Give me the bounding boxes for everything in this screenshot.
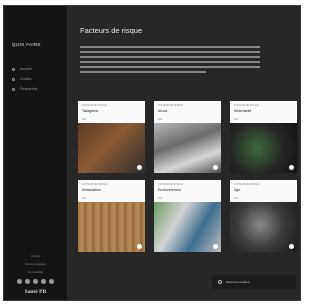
instagram-icon[interactable] [33, 279, 38, 284]
footer-logo[interactable]: Santé PR [4, 289, 67, 295]
footer-link[interactable]: Accessibilité [4, 268, 67, 276]
card-image [154, 202, 221, 252]
home-icon [12, 67, 15, 71]
sidebar-item-home[interactable]: Accueil [12, 64, 37, 74]
sidebar: QUOI FAIRE Accueil Guides Recherche Cont… [4, 6, 67, 300]
card-image [154, 123, 221, 173]
cookie-icon [218, 280, 222, 284]
text-line [80, 51, 260, 53]
plus-icon[interactable] [213, 244, 218, 249]
card-title: Alimentation [82, 188, 101, 192]
search-icon [12, 87, 15, 91]
card-image [230, 202, 297, 252]
card-meta: Voir [234, 197, 239, 200]
card-meta: Voir [82, 197, 87, 200]
youtube-icon[interactable] [41, 279, 46, 284]
sidebar-item-label: Guides [20, 77, 32, 81]
twitter-icon[interactable] [25, 279, 30, 284]
risk-card[interactable]: Facteur de risque Alcool Voir [154, 101, 221, 173]
text-line [80, 66, 260, 68]
card-title: Tabagisme [82, 109, 99, 113]
card-label: Facteur de risque [158, 183, 183, 186]
sidebar-item-label: Accueil [20, 67, 32, 71]
cookie-label: Gérer les cookies [226, 280, 250, 284]
cookie-banner[interactable]: Gérer les cookies [212, 275, 296, 289]
sidebar-item-label: Recherche [20, 87, 38, 91]
intro-paragraph [80, 46, 260, 76]
main-content: Facteurs de risque Facteur de risque Tab… [67, 6, 300, 300]
sidebar-footer: Contact Mentions légales Accessibilité S… [4, 252, 67, 295]
card-meta: Voir [82, 118, 87, 121]
text-line [80, 46, 260, 48]
card-image [78, 123, 145, 173]
footer-link[interactable]: Contact [4, 252, 67, 260]
risk-card[interactable]: Facteur de risque Environnement Voir [154, 180, 221, 252]
footer-link[interactable]: Mentions légales [4, 260, 67, 268]
card-label: Facteur de risque [234, 183, 259, 186]
card-meta: Voir [234, 118, 239, 121]
card-title: Environnement [158, 188, 181, 192]
plus-icon[interactable] [137, 165, 142, 170]
card-image [78, 202, 145, 252]
card-meta: Voir [158, 197, 163, 200]
sidebar-item-search[interactable]: Recherche [12, 84, 37, 94]
plus-icon[interactable] [289, 244, 294, 249]
risk-card[interactable]: Facteur de risque Sédentarité Voir [230, 101, 297, 173]
risk-card[interactable]: Facteur de risque Tabagisme Voir [78, 101, 145, 173]
card-image [230, 123, 297, 173]
card-meta: Voir [158, 118, 163, 121]
plus-icon[interactable] [137, 244, 142, 249]
card-label: Facteur de risque [234, 104, 259, 107]
sidebar-item-guides[interactable]: Guides [12, 74, 37, 84]
text-line [80, 61, 260, 63]
plus-icon[interactable] [289, 165, 294, 170]
plus-icon[interactable] [213, 165, 218, 170]
card-label: Facteur de risque [82, 104, 107, 107]
card-title: Âge [234, 188, 241, 192]
card-label: Facteur de risque [82, 183, 107, 186]
book-icon [12, 77, 15, 81]
page-title: Facteurs de risque [80, 26, 143, 35]
card-title: Sédentarité [234, 109, 252, 113]
text-line [80, 56, 260, 58]
sidebar-nav: Accueil Guides Recherche [12, 64, 37, 94]
card-label: Facteur de risque [158, 104, 183, 107]
risk-card[interactable]: Facteur de risque Âge Voir [230, 180, 297, 252]
social-links [4, 279, 67, 284]
facebook-icon[interactable] [17, 279, 22, 284]
app-window: QUOI FAIRE Accueil Guides Recherche Cont… [3, 5, 301, 301]
risk-card[interactable]: Facteur de risque Alimentation Voir [78, 180, 145, 252]
text-line [80, 71, 206, 73]
linkedin-icon[interactable] [49, 279, 54, 284]
card-title: Alcool [158, 109, 168, 113]
brand-name[interactable]: QUOI FAIRE [12, 42, 41, 47]
